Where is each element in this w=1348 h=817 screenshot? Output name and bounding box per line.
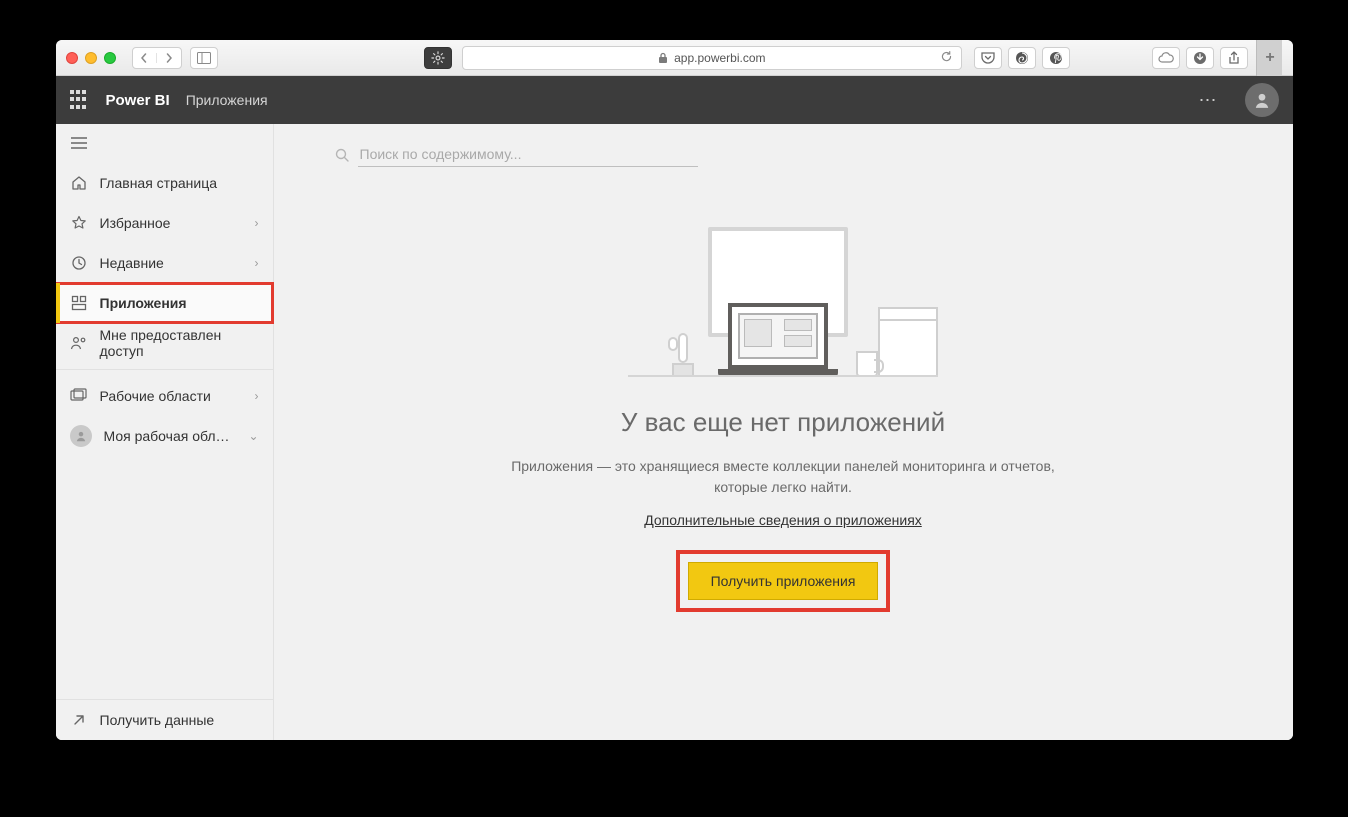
empty-title: У вас еще нет приложений: [503, 407, 1063, 438]
sidebar-item-label: Недавние: [100, 255, 164, 271]
arrow-out-icon: [70, 711, 88, 729]
sidebar-item-home[interactable]: Главная страница: [56, 163, 273, 203]
share-icon: [1228, 51, 1240, 65]
gear-icon: [431, 51, 445, 65]
chevron-right-icon: ›: [255, 389, 259, 403]
more-options-button[interactable]: ⋯: [1189, 90, 1229, 111]
workspace-avatar: [70, 425, 92, 447]
search-row: [334, 142, 698, 167]
pinterest-button[interactable]: [1042, 47, 1070, 69]
sidebar-item-label: Моя рабочая обла...: [104, 428, 234, 444]
search-input[interactable]: [358, 142, 698, 167]
forward-button[interactable]: [156, 53, 181, 63]
back-button[interactable]: [133, 53, 157, 63]
brand-label: Power BI: [106, 92, 170, 109]
extension-gear-button[interactable]: [424, 47, 452, 69]
clock-icon: [70, 254, 88, 272]
sidebar-toggle-button[interactable]: [190, 47, 218, 69]
sidebar-item-recent[interactable]: Недавние ›: [56, 243, 273, 283]
chevron-right-icon: ›: [255, 256, 259, 270]
minimize-window-button[interactable]: [85, 52, 97, 64]
address-bar[interactable]: app.powerbi.com: [462, 46, 962, 70]
sidebar-separator: [56, 369, 273, 370]
learn-more-link[interactable]: Дополнительные сведения о приложениях: [644, 512, 922, 528]
sidebar-item-favorites[interactable]: Избранное ›: [56, 203, 273, 243]
reload-button[interactable]: [940, 50, 953, 66]
address-host: app.powerbi.com: [674, 51, 765, 65]
lock-icon: [658, 52, 668, 64]
chevron-right-icon: [164, 53, 174, 63]
new-tab-button[interactable]: +: [1256, 40, 1282, 76]
downloads-button[interactable]: [1186, 47, 1214, 69]
workspaces-icon: [70, 387, 88, 405]
sidebar-item-get-data[interactable]: Получить данные: [56, 700, 273, 740]
sidebar: Главная страница Избранное › Недавние ›: [56, 124, 274, 740]
pocket-icon: [981, 52, 995, 64]
sidebar-bottom: Получить данные: [56, 699, 273, 740]
cloud-button[interactable]: [1152, 47, 1180, 69]
app-body: Главная страница Избранное › Недавние ›: [56, 124, 1293, 740]
person-icon: [1253, 91, 1271, 109]
sidebar-item-my-workspace[interactable]: Моя рабочая обла... ⌄: [56, 416, 273, 456]
sidebar-item-apps[interactable]: Приложения: [56, 283, 273, 323]
chevron-right-icon: ›: [255, 216, 259, 230]
download-icon: [1193, 51, 1207, 65]
zoom-window-button[interactable]: [104, 52, 116, 64]
hamburger-icon: [70, 136, 88, 150]
empty-illustration: [628, 227, 938, 377]
swirl-icon: [1015, 51, 1029, 65]
toolbar-right-cluster: [974, 47, 1248, 69]
get-apps-button[interactable]: Получить приложения: [688, 562, 879, 600]
reload-icon: [940, 50, 953, 63]
empty-state: У вас еще нет приложений Приложения — эт…: [503, 227, 1063, 612]
sidebar-item-label: Приложения: [100, 295, 187, 311]
sidebar-item-workspaces[interactable]: Рабочие области ›: [56, 376, 273, 416]
user-avatar[interactable]: [1245, 83, 1279, 117]
sidebar-item-label: Мне предоставлен доступ: [100, 327, 259, 359]
person-icon: [75, 430, 87, 442]
sidebar-item-label: Избранное: [100, 215, 171, 231]
home-icon: [70, 174, 88, 192]
sidebar-item-label: Рабочие области: [100, 388, 211, 404]
star-icon: [70, 214, 88, 232]
people-icon: [70, 334, 88, 352]
get-apps-highlight: Получить приложения: [676, 550, 891, 612]
close-window-button[interactable]: [66, 52, 78, 64]
app-header: Power BI Приложения ⋯: [56, 76, 1293, 124]
window-controls: [66, 52, 116, 64]
apps-icon: [70, 294, 88, 312]
breadcrumb: Приложения: [186, 92, 268, 108]
sidebar-item-label: Главная страница: [100, 175, 218, 191]
pinterest-icon: [1049, 51, 1063, 65]
swirl-button[interactable]: [1008, 47, 1036, 69]
cloud-icon: [1158, 52, 1174, 64]
chevron-down-icon: ⌄: [248, 429, 258, 443]
chevron-left-icon: [139, 53, 149, 63]
browser-window: app.powerbi.com: [56, 40, 1293, 740]
search-icon: [334, 147, 350, 163]
app-launcher-button[interactable]: [70, 90, 90, 110]
pocket-button[interactable]: [974, 47, 1002, 69]
empty-description: Приложения — это хранящиеся вместе колле…: [503, 456, 1063, 498]
sidebar-item-label: Получить данные: [100, 712, 215, 728]
share-button[interactable]: [1220, 47, 1248, 69]
main-content: У вас еще нет приложений Приложения — эт…: [274, 124, 1293, 740]
panel-icon: [197, 52, 211, 64]
nav-back-forward: [132, 47, 182, 69]
sidebar-item-shared[interactable]: Мне предоставлен доступ: [56, 323, 273, 363]
browser-toolbar: app.powerbi.com: [56, 40, 1293, 76]
sidebar-collapse-button[interactable]: [56, 128, 273, 163]
